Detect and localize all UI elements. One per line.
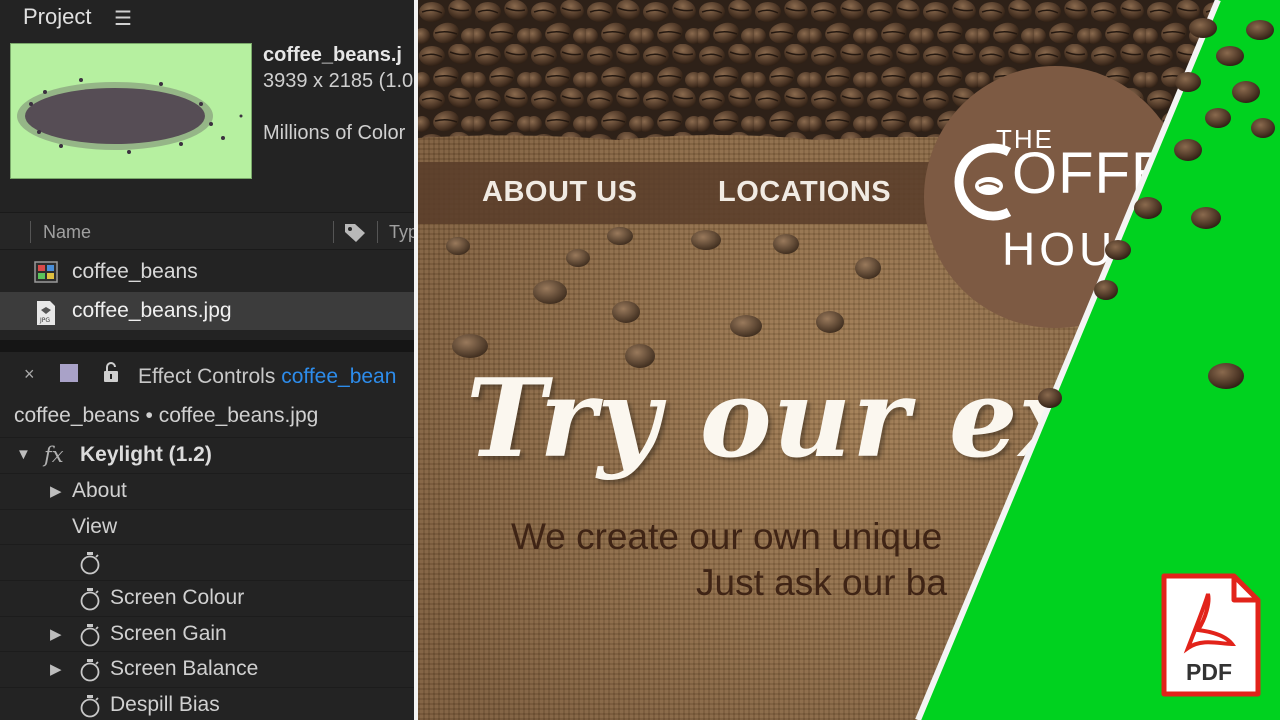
fx-icon[interactable]: fx	[44, 443, 64, 467]
column-type[interactable]: Typ	[389, 222, 416, 243]
footage-thumbnail	[10, 43, 252, 179]
project-item-label: coffee_beans	[72, 260, 198, 283]
stopwatch-icon[interactable]	[79, 587, 101, 611]
effect-controls-tab: × Effect Controls coffee_bean	[0, 352, 416, 396]
effect-row-blank[interactable]	[0, 544, 416, 578]
after-effects-panel: Project ☰ coffee_beans.j 3939 x 2185 (1.…	[0, 0, 416, 720]
effect-row-despill-bias[interactable]: Despill Bias	[0, 687, 416, 720]
collapse-triangle-icon[interactable]: ▼	[16, 446, 31, 463]
pdf-badge[interactable]: PDF	[1158, 572, 1262, 705]
expand-triangle-icon[interactable]: ▶	[50, 482, 62, 500]
composition-icon	[34, 261, 58, 283]
stopwatch-icon[interactable]	[79, 658, 101, 682]
effect-controls-path: coffee_beans • coffee_beans.jpg	[14, 404, 319, 427]
footage-name: coffee_beans.j	[263, 44, 402, 66]
effect-row-label: About	[72, 479, 127, 502]
effect-row-label: View	[72, 515, 118, 538]
footage-info: coffee_beans.j 3939 x 2185 (1.0 Millions…	[263, 42, 413, 146]
panel-divider	[0, 340, 416, 352]
effect-name: Keylight (1.2)	[80, 443, 212, 466]
green-screen-area	[915, 0, 1280, 720]
project-panel-header: Project ☰	[0, 0, 416, 34]
effect-controls-title[interactable]: Effect Controls coffee_bean	[138, 365, 396, 389]
column-separator	[333, 221, 334, 243]
close-icon[interactable]: ×	[24, 364, 35, 385]
stopwatch-icon[interactable]	[79, 694, 101, 718]
expand-triangle-icon[interactable]: ▶	[50, 660, 62, 678]
footage-dimensions: 3939 x 2185 (1.0	[263, 70, 414, 92]
footage-colors: Millions of Color	[263, 122, 406, 144]
column-separator	[30, 221, 31, 243]
effect-row-label: Screen Balance	[110, 657, 259, 680]
pdf-label: PDF	[1186, 659, 1232, 685]
effect-row-view[interactable]: View	[0, 509, 416, 543]
effect-keylight-row[interactable]: ▼ fx Keylight (1.2)	[0, 437, 416, 471]
expand-triangle-icon[interactable]: ▶	[50, 625, 62, 643]
project-item-label: coffee_beans.jpg	[72, 299, 232, 322]
effect-row-screen-colour[interactable]: Screen Colour	[0, 580, 416, 614]
effect-controls-label: Effect Controls	[138, 365, 282, 388]
hamburger-menu-icon[interactable]: ☰	[114, 6, 132, 31]
effect-row-label: Screen Gain	[110, 622, 227, 645]
stopwatch-icon[interactable]	[79, 623, 101, 647]
svg-text:JPG: JPG	[39, 317, 50, 324]
effect-row-about[interactable]: ▶ About	[0, 473, 416, 507]
image-file-icon: JPG	[34, 300, 58, 325]
effect-row-screen-gain[interactable]: ▶ Screen Gain	[0, 616, 416, 650]
lock-icon[interactable]	[102, 362, 120, 389]
stopwatch-icon[interactable]	[79, 551, 101, 575]
layer-color-swatch	[60, 364, 78, 382]
tag-icon[interactable]	[343, 221, 367, 248]
effect-row-label: Despill Bias	[110, 693, 220, 716]
effect-row-screen-balance[interactable]: ▶ Screen Balance	[0, 651, 416, 685]
effect-row-label: Screen Colour	[110, 586, 245, 609]
column-separator	[377, 221, 378, 243]
project-panel-title[interactable]: Project	[23, 4, 91, 30]
project-column-header: Name Typ	[0, 212, 416, 250]
effect-controls-layer: coffee_bean	[281, 365, 397, 388]
column-name[interactable]: Name	[43, 222, 91, 243]
project-item-footage[interactable]: JPG coffee_beans.jpg	[0, 292, 416, 330]
project-item-composition[interactable]: coffee_beans	[0, 253, 416, 291]
website-preview: ABOUT US LOCATIONS THE OFFEE HOUS Try ou…	[418, 0, 1280, 720]
